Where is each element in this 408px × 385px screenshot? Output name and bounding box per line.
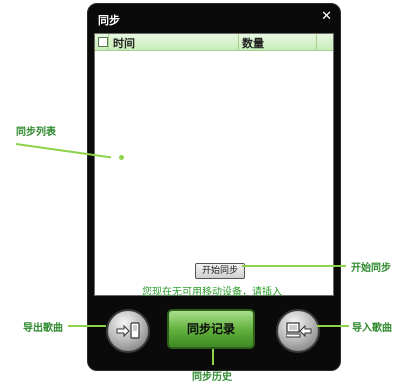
start-sync-button[interactable]: 开始同步 [195, 263, 245, 279]
sync-history-button[interactable]: 同步记录 [167, 309, 255, 349]
callout-sync-list: 同步列表 [16, 127, 56, 138]
column-header-time[interactable]: 时间 [113, 35, 135, 51]
callout-line [68, 325, 106, 327]
window-title: 同步 [98, 14, 120, 27]
close-icon[interactable]: ✕ [321, 9, 332, 24]
sync-list: 时间 数量 开始同步 您现在无可用移动设备，请插入 [94, 33, 334, 298]
callout-dot [119, 155, 124, 160]
callout-line [212, 349, 214, 365]
import-songs-button[interactable] [276, 309, 320, 353]
import-from-computer-icon [286, 322, 312, 338]
export-to-device-icon [116, 322, 140, 339]
callout-import-songs: 导入歌曲 [352, 323, 392, 334]
callout-line [317, 325, 349, 327]
status-message: 您现在无可用移动设备，请插入 [142, 287, 282, 298]
list-header: 时间 数量 [95, 34, 333, 51]
bottom-toolbar: 同步记录 [94, 300, 334, 362]
callout-sync-history: 同步历史 [192, 372, 232, 383]
export-songs-button[interactable] [106, 309, 150, 353]
column-divider [108, 34, 109, 50]
sync-window: 同步 ✕ 时间 数量 开始同步 您现在无可用移动设备，请插入 同步记录 [87, 3, 341, 371]
callout-export-songs: 导出歌曲 [23, 323, 63, 334]
column-header-count[interactable]: 数量 [242, 35, 264, 51]
column-divider [316, 34, 317, 50]
callout-line [242, 265, 346, 267]
select-all-checkbox[interactable] [98, 37, 108, 47]
callout-start-sync: 开始同步 [351, 263, 391, 274]
column-divider [238, 34, 239, 50]
